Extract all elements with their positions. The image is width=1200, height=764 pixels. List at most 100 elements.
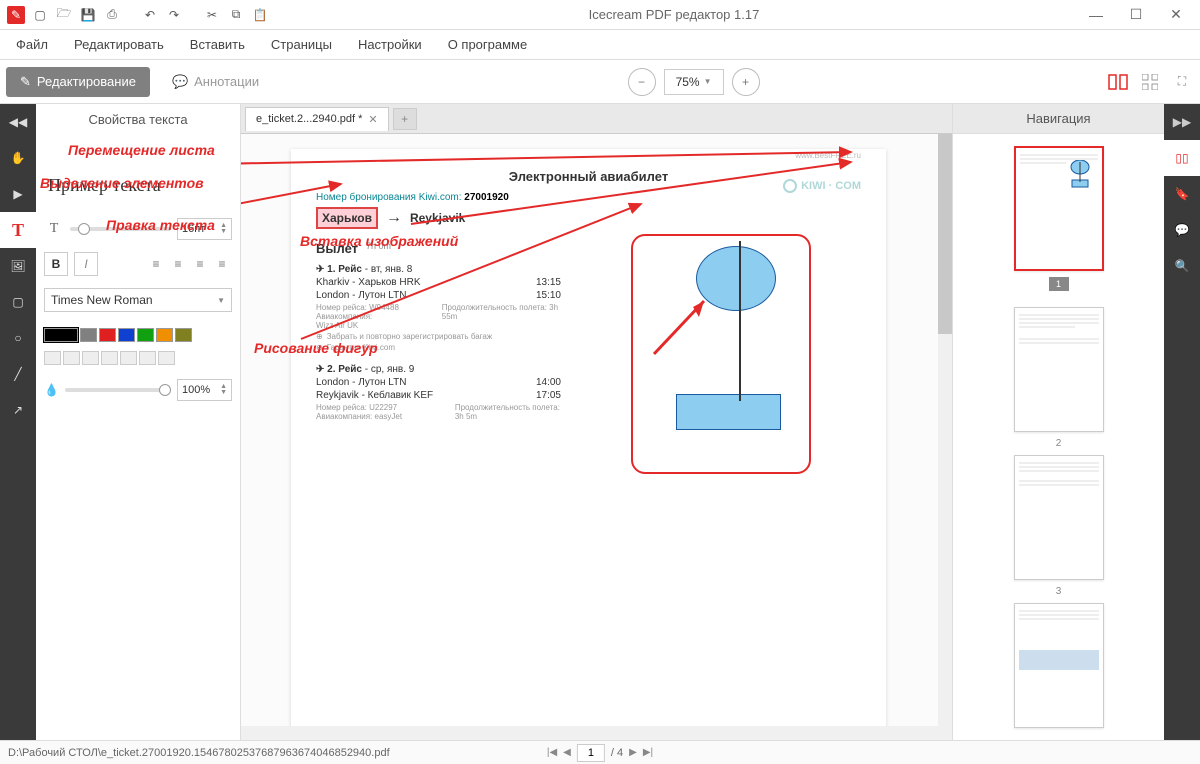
print-icon[interactable]: ⎙	[102, 5, 122, 25]
minimize-button[interactable]: —	[1076, 1, 1116, 29]
menu-insert[interactable]: Вставить	[180, 33, 255, 56]
zoom-in-button[interactable]: +	[732, 68, 760, 96]
color-swatch[interactable]	[175, 328, 192, 342]
properties-panel: Свойства текста Пример текста T 16пт▲▼ B…	[36, 104, 241, 740]
menu-about[interactable]: О программе	[438, 33, 538, 56]
document-tab[interactable]: e_ticket.2...2940.pdf * ✕	[245, 107, 389, 131]
pointer-tool-icon[interactable]: ▶	[0, 176, 36, 212]
bookmarks-icon[interactable]: 🔖	[1164, 176, 1200, 212]
search-icon[interactable]: 🔍	[1164, 248, 1200, 284]
thumbnail-3[interactable]	[1014, 455, 1104, 580]
pattern-swatches[interactable]	[44, 351, 232, 365]
color-picker-icon[interactable]	[44, 351, 61, 365]
opacity-slider[interactable]	[65, 388, 171, 392]
page-view[interactable]: www.BestFREE.ru Электронный авиабилет Но…	[291, 149, 886, 739]
zoom-out-button[interactable]: −	[628, 68, 656, 96]
first-page-icon[interactable]: |◀	[547, 747, 557, 758]
thumbnail-4[interactable]	[1014, 603, 1104, 728]
menu-pages[interactable]: Страницы	[261, 33, 342, 56]
color-swatches[interactable]	[44, 328, 192, 342]
edit-mode-button[interactable]: ✎ Редактирование	[6, 67, 150, 97]
align-left-icon[interactable]: ≡	[146, 254, 166, 274]
grid-view-icon[interactable]	[1138, 70, 1162, 94]
canvas-area[interactable]: e_ticket.2...2940.pdf * ✕ + www.BestFREE…	[241, 104, 952, 740]
horizontal-scrollbar[interactable]	[241, 726, 938, 740]
page-number-input[interactable]	[577, 744, 605, 762]
color-swatch[interactable]	[44, 328, 78, 342]
pattern-3[interactable]	[101, 351, 118, 365]
shape-rect[interactable]	[676, 394, 781, 430]
font-family-select[interactable]: Times New Roman▼	[44, 288, 232, 312]
thumbnail-2[interactable]	[1014, 307, 1104, 432]
next-page-icon[interactable]: ▶	[629, 747, 637, 758]
page-total: / 4	[611, 747, 623, 759]
opacity-icon: 💧	[44, 383, 59, 397]
align-right-icon[interactable]: ≡	[190, 254, 210, 274]
flight1-details: Номер рейса: W94488 Авиакомпания:Продолж…	[316, 303, 561, 321]
font-size-slider[interactable]	[70, 227, 171, 231]
prev-page-icon[interactable]: ◀	[563, 747, 571, 758]
menu-edit[interactable]: Редактировать	[64, 33, 174, 56]
color-swatch[interactable]	[137, 328, 154, 342]
sample-text: Пример текста	[44, 169, 232, 202]
rectangle-tool-icon[interactable]: ▢	[0, 284, 36, 320]
vertical-scrollbar[interactable]	[938, 134, 952, 740]
pattern-6[interactable]	[158, 351, 175, 365]
route: Харьков → Reykjavik	[316, 207, 861, 229]
last-page-icon[interactable]: ▶|	[643, 747, 653, 758]
arrow-tool-icon[interactable]: ↗	[0, 392, 36, 428]
color-swatch[interactable]	[118, 328, 135, 342]
italic-button[interactable]: I	[74, 252, 98, 276]
pencil-icon: ✎	[20, 74, 31, 90]
align-justify-icon[interactable]: ≡	[212, 254, 232, 274]
menu-file[interactable]: Файл	[6, 33, 58, 56]
paste-icon[interactable]: 📋	[250, 5, 270, 25]
nav-title: Навигация	[953, 104, 1164, 134]
color-swatch[interactable]	[156, 328, 173, 342]
navigation-panel: Навигация 1 2 3	[952, 104, 1164, 740]
redo-icon[interactable]: ↷	[164, 5, 184, 25]
collapse-left-icon[interactable]: ◀◀	[0, 104, 36, 140]
thumbnail-1[interactable]	[1014, 146, 1104, 271]
fullscreen-icon[interactable]: ⛶	[1170, 70, 1194, 94]
origin-highlighted[interactable]: Харьков	[316, 207, 378, 229]
new-icon[interactable]: ▢	[30, 5, 50, 25]
color-swatch[interactable]	[99, 328, 116, 342]
line-tool-icon[interactable]: ╱	[0, 356, 36, 392]
font-size-input[interactable]: 16пт▲▼	[177, 218, 232, 240]
cut-icon[interactable]: ✂	[202, 5, 222, 25]
add-tab-button[interactable]: +	[393, 108, 417, 130]
menu-settings[interactable]: Настройки	[348, 33, 432, 56]
copy-icon[interactable]: ⧉	[226, 5, 246, 25]
pattern-1[interactable]	[63, 351, 80, 365]
opacity-input[interactable]: 100%▲▼	[177, 379, 232, 401]
zoom-level[interactable]: 75%▼	[664, 69, 724, 95]
image-tool-icon[interactable]: 🖼	[0, 248, 36, 284]
save-icon[interactable]: 💾	[78, 5, 98, 25]
fit-width-icon[interactable]	[1106, 70, 1130, 94]
text-tool-icon[interactable]: T	[0, 212, 36, 248]
pattern-4[interactable]	[120, 351, 137, 365]
kiwi-logo: KIWI · COM	[783, 179, 861, 193]
thumbnails-icon[interactable]: ▯▯	[1164, 140, 1200, 176]
maximize-button[interactable]: ☐	[1116, 1, 1156, 29]
align-center-icon[interactable]: ≡	[168, 254, 188, 274]
shape-arrow[interactable]	[649, 289, 719, 359]
close-tab-icon[interactable]: ✕	[368, 113, 377, 126]
bold-button[interactable]: B	[44, 252, 68, 276]
pattern-5[interactable]	[139, 351, 156, 365]
flight2-to: Reykjavik - Кеблавик KEF17:05	[316, 390, 561, 401]
collapse-right-icon[interactable]: ▶▶	[1164, 104, 1200, 140]
open-icon[interactable]: 🗁	[54, 5, 74, 25]
pattern-2[interactable]	[82, 351, 99, 365]
annotate-mode-button[interactable]: 💬 Аннотации	[158, 67, 273, 97]
close-button[interactable]: ✕	[1156, 1, 1196, 29]
comments-icon[interactable]: 💬	[1164, 212, 1200, 248]
thumbnails[interactable]: 1 2 3	[953, 134, 1164, 740]
undo-icon[interactable]: ↶	[140, 5, 160, 25]
hand-tool-icon[interactable]: ✋	[0, 140, 36, 176]
color-swatch[interactable]	[80, 328, 97, 342]
shape-line[interactable]	[739, 241, 741, 401]
circle-tool-icon[interactable]: ○	[0, 320, 36, 356]
flight2-header: ✈ 2. Рейс - ср, янв. 9	[316, 364, 561, 375]
